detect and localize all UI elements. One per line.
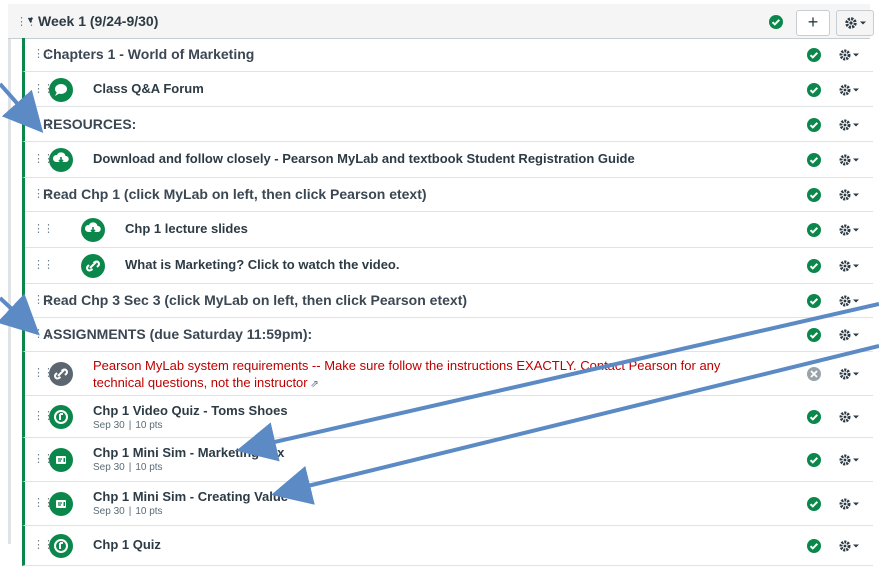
assignment-icon[interactable] <box>49 448 73 472</box>
gear-icon[interactable] <box>837 497 865 511</box>
module-settings-button[interactable] <box>836 10 874 36</box>
due-date: Sep 30 <box>93 506 125 517</box>
published-check-icon[interactable] <box>806 496 822 512</box>
module-item-title[interactable]: Download and follow closely - Pearson My… <box>93 151 635 166</box>
published-check-icon[interactable] <box>806 327 822 343</box>
module-item-title[interactable]: ASSIGNMENTS (due Saturday 11:59pm): <box>43 326 312 342</box>
module-item-row[interactable]: ⋮⋮ Chp 1 lecture slides <box>25 212 873 248</box>
module-item-title[interactable]: Chp 1 Mini Sim - Creating Value <box>93 489 288 504</box>
points: 10 pts <box>135 420 163 431</box>
module-item-row[interactable]: ⋮⋮ Read Chp 3 Sec 3 (click MyLab on left,… <box>25 284 873 318</box>
published-check-icon[interactable] <box>806 538 822 554</box>
module-item-row[interactable]: ⋮⋮ Chapters 1 - World of Marketing <box>22 38 873 72</box>
add-item-button[interactable]: + <box>796 10 830 36</box>
gear-icon[interactable] <box>837 294 865 308</box>
module-item-row[interactable]: ⋮⋮ What is Marketing? Click to watch the … <box>25 248 873 284</box>
due-date: Sep 30 <box>93 420 125 431</box>
module-item-title[interactable]: Chp 1 Video Quiz - Toms Shoes <box>93 403 288 418</box>
gear-icon[interactable] <box>837 367 865 381</box>
module-item-title[interactable]: Read Chp 1 (click MyLab on left, then cl… <box>43 186 427 202</box>
external-link-icon: ⇗ <box>307 379 319 390</box>
module-item-row[interactable]: ⋮⋮ Class Q&A Forum <box>22 72 873 107</box>
published-check-icon[interactable] <box>806 152 822 168</box>
quiz-icon[interactable] <box>49 534 73 558</box>
published-check-icon[interactable] <box>806 222 822 238</box>
module-item-row[interactable]: ⋮⋮ Pearson MyLab system requirements -- M… <box>25 352 873 396</box>
module-item-title[interactable]: Read Chp 3 Sec 3 (click MyLab on left, t… <box>43 292 467 308</box>
module-item-title[interactable]: What is Marketing? Click to watch the vi… <box>125 257 400 272</box>
published-check-icon[interactable] <box>806 187 822 203</box>
published-check-icon[interactable] <box>806 409 822 425</box>
published-check-icon[interactable] <box>806 293 822 309</box>
meta-separator: | <box>128 462 132 473</box>
module-item-title[interactable]: Class Q&A Forum <box>93 81 204 96</box>
published-check-icon[interactable] <box>806 82 822 98</box>
gear-icon[interactable] <box>837 539 865 553</box>
module-item-title[interactable]: Chp 1 Mini Sim - Marketing Mix <box>93 445 284 460</box>
module-item-row[interactable]: ⋮⋮ Read Chp 1 (click MyLab on left, then … <box>25 178 873 212</box>
download-icon[interactable] <box>49 148 73 172</box>
item-meta: Sep 30 | 10 pts <box>93 506 163 517</box>
quiz-icon[interactable] <box>49 405 73 429</box>
module-item-row[interactable]: ⋮⋮ ASSIGNMENTS (due Saturday 11:59pm): <box>22 318 873 352</box>
meta-separator: | <box>128 506 132 517</box>
module-header[interactable]: ⋮⋮ ▼ Week 1 (9/24-9/30) + <box>8 4 874 39</box>
link-icon[interactable] <box>49 362 73 386</box>
gear-icon[interactable] <box>837 259 865 273</box>
collapse-caret-icon[interactable]: ▼ <box>26 15 35 25</box>
gear-icon <box>845 17 866 29</box>
gear-icon[interactable] <box>837 223 865 237</box>
module-item-row[interactable]: ⋮⋮ RESOURCES: <box>22 107 873 142</box>
gear-icon[interactable] <box>837 83 865 97</box>
module-title: Week 1 (9/24-9/30) <box>38 13 159 29</box>
gear-icon[interactable] <box>837 118 865 132</box>
module-item-row[interactable]: ⋮⋮ Chp 1 Video Quiz - Toms Shoes Sep 30 | 10… <box>22 396 873 438</box>
published-check-icon[interactable] <box>806 258 822 274</box>
module-item-row[interactable]: ⋮⋮ Download and follow closely - Pearson … <box>22 142 873 178</box>
link-icon[interactable] <box>81 254 105 278</box>
module-item-row[interactable]: ⋮⋮ Chp 1 Quiz <box>22 526 873 566</box>
module-item-title[interactable]: Pearson MyLab system requirements -- Mak… <box>93 357 753 393</box>
points: 10 pts <box>135 506 163 517</box>
gear-icon[interactable] <box>837 48 865 62</box>
published-check-icon[interactable] <box>768 14 784 30</box>
gear-icon[interactable] <box>837 153 865 167</box>
drag-handle-icon[interactable]: ⋮⋮ <box>33 222 54 235</box>
published-check-icon[interactable] <box>806 452 822 468</box>
item-meta: Sep 30 | 10 pts <box>93 462 163 473</box>
module-item-title[interactable]: Chapters 1 - World of Marketing <box>43 46 254 62</box>
gear-icon[interactable] <box>837 410 865 424</box>
gear-icon[interactable] <box>837 188 865 202</box>
gear-icon[interactable] <box>837 328 865 342</box>
module-item-title[interactable]: Chp 1 lecture slides <box>125 221 248 236</box>
published-check-icon[interactable] <box>806 117 822 133</box>
published-check-icon[interactable] <box>806 47 822 63</box>
points: 10 pts <box>135 462 163 473</box>
module-item-row[interactable]: ⋮⋮ Chp 1 Mini Sim - Marketing Mix Sep 30 | 1… <box>22 438 873 482</box>
meta-separator: | <box>128 420 132 431</box>
module-item-title[interactable]: Chp 1 Quiz <box>93 537 161 552</box>
item-meta: Sep 30 | 10 pts <box>93 420 163 431</box>
assignment-icon[interactable] <box>49 492 73 516</box>
gear-icon[interactable] <box>837 453 865 467</box>
discussion-icon[interactable] <box>49 77 73 102</box>
module-items-list: ⋮⋮ Chapters 1 - World of Marketing ⋮⋮ Class… <box>22 38 873 566</box>
drag-handle-icon[interactable]: ⋮⋮ <box>33 258 54 271</box>
module-item-row[interactable]: ⋮⋮ Chp 1 Mini Sim - Creating Value Sep 30 |… <box>22 482 873 526</box>
module-item-title[interactable]: RESOURCES: <box>43 116 136 132</box>
download-icon[interactable] <box>81 218 105 242</box>
left-strip <box>8 38 11 544</box>
unpublished-icon[interactable] <box>806 366 822 382</box>
due-date: Sep 30 <box>93 462 125 473</box>
